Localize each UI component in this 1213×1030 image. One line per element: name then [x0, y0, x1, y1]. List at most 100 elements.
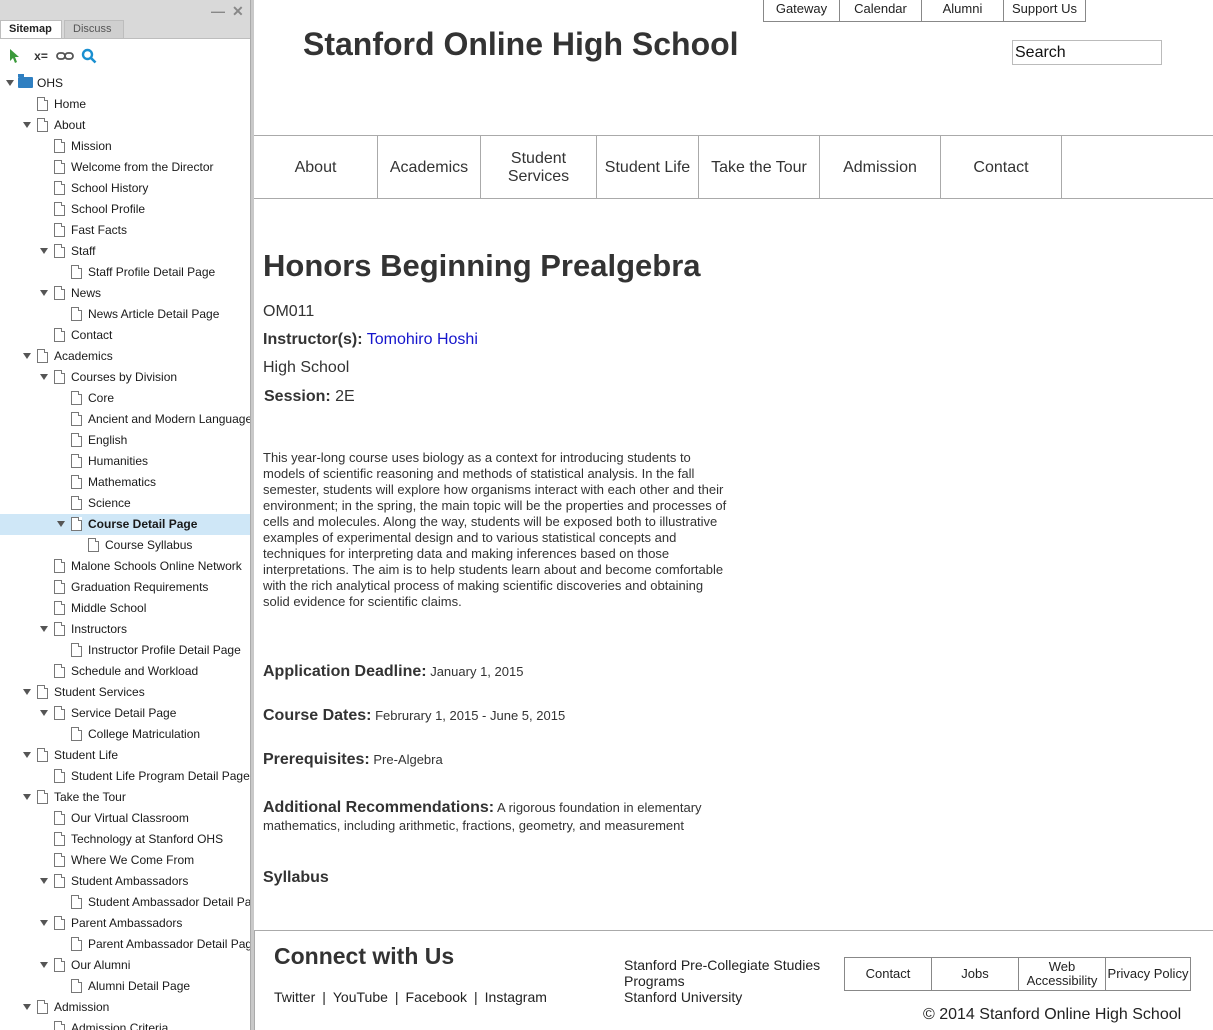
sitemap-node[interactable]: Student Services	[0, 682, 250, 703]
sitemap-node[interactable]: Take the Tour	[0, 787, 250, 808]
expand-toggle-icon[interactable]	[23, 122, 31, 128]
sitemap-node[interactable]: Student Life Program Detail Page	[0, 766, 250, 787]
sitemap-node[interactable]: Welcome from the Director	[0, 157, 250, 178]
add-page-icon[interactable]	[7, 46, 25, 66]
sitemap-node[interactable]: Instructor Profile Detail Page	[0, 640, 250, 661]
sitemap-node[interactable]: Mission	[0, 136, 250, 157]
minimize-icon[interactable]: —	[211, 3, 225, 19]
tab-discuss[interactable]: Discuss	[64, 20, 124, 38]
school-name[interactable]: Stanford Online High School	[303, 26, 739, 63]
footer-link-web-accessibility[interactable]: Web Accessibility	[1018, 957, 1106, 991]
expand-toggle-icon[interactable]	[23, 689, 31, 695]
social-link-instagram[interactable]: Instagram	[485, 989, 547, 1005]
expand-toggle-icon[interactable]	[40, 248, 48, 254]
sitemap-node[interactable]: Academics	[0, 346, 250, 367]
sitemap-node[interactable]: School Profile	[0, 199, 250, 220]
sitemap-node[interactable]: Humanities	[0, 451, 250, 472]
search-icon[interactable]	[79, 46, 99, 66]
sitemap-node[interactable]: Course Detail Page	[0, 514, 250, 535]
sitemap-node[interactable]: Malone Schools Online Network	[0, 556, 250, 577]
sitemap-node[interactable]: OHS	[0, 73, 250, 94]
expand-toggle-icon[interactable]	[40, 374, 48, 380]
syllabus-label[interactable]: Syllabus	[263, 869, 329, 886]
sitemap-node[interactable]: Staff Profile Detail Page	[0, 262, 250, 283]
expand-toggle-icon[interactable]	[6, 80, 14, 86]
footer-link-privacy-policy[interactable]: Privacy Policy	[1105, 957, 1191, 991]
sitemap-node[interactable]: Alumni Detail Page	[0, 976, 250, 997]
sitemap-node-label: Parent Ambassador Detail Page	[88, 937, 250, 951]
sitemap-node[interactable]: News Article Detail Page	[0, 304, 250, 325]
nav-student-life[interactable]: Student Life	[597, 136, 699, 199]
sitemap-node[interactable]: Our Alumni	[0, 955, 250, 976]
social-link-youtube[interactable]: YouTube	[333, 989, 388, 1005]
sitemap-node[interactable]: Parent Ambassadors	[0, 913, 250, 934]
sitemap-node[interactable]: Parent Ambassador Detail Page	[0, 934, 250, 955]
sitemap-node[interactable]: Graduation Requirements	[0, 577, 250, 598]
sitemap-node[interactable]: Student Life	[0, 745, 250, 766]
sitemap-node[interactable]: Courses by Division	[0, 367, 250, 388]
expand-toggle-icon[interactable]	[23, 794, 31, 800]
panel-tab-bar: Sitemap Discuss — ✕	[0, 0, 250, 39]
sitemap-node[interactable]: Student Ambassador Detail Page	[0, 892, 250, 913]
sitemap-node[interactable]: Our Virtual Classroom	[0, 808, 250, 829]
utility-link-calendar[interactable]: Calendar	[839, 0, 922, 22]
page-icon	[71, 307, 82, 321]
sitemap-node-label: About	[54, 118, 86, 132]
social-link-facebook[interactable]: Facebook	[406, 989, 467, 1005]
sitemap-node[interactable]: Service Detail Page	[0, 703, 250, 724]
sitemap-node[interactable]: School History	[0, 178, 250, 199]
sitemap-node[interactable]: Ancient and Modern Languages	[0, 409, 250, 430]
nav-student-services[interactable]: Student Services	[481, 136, 597, 199]
expand-toggle-icon[interactable]	[23, 1004, 31, 1010]
utility-link-support-us[interactable]: Support Us	[1003, 0, 1086, 22]
expand-toggle-icon[interactable]	[57, 521, 65, 527]
sitemap-node[interactable]: Core	[0, 388, 250, 409]
close-icon[interactable]: ✕	[232, 3, 244, 20]
sitemap-node[interactable]: Admission Criteria	[0, 1018, 250, 1030]
nav-academics[interactable]: Academics	[378, 136, 481, 199]
link-icon[interactable]	[55, 46, 75, 66]
search-input[interactable]	[1012, 40, 1162, 65]
expand-toggle-icon[interactable]	[40, 878, 48, 884]
utility-link-gateway[interactable]: Gateway	[763, 0, 840, 22]
expand-toggle-icon[interactable]	[40, 962, 48, 968]
expand-toggle-icon[interactable]	[23, 353, 31, 359]
nav-about[interactable]: About	[254, 136, 378, 199]
sitemap-node[interactable]: Schedule and Workload	[0, 661, 250, 682]
sitemap-node[interactable]: Fast Facts	[0, 220, 250, 241]
page-icon	[54, 580, 65, 594]
sitemap-node[interactable]: English	[0, 430, 250, 451]
sitemap-node[interactable]: Mathematics	[0, 472, 250, 493]
expand-toggle-icon[interactable]	[40, 290, 48, 296]
sitemap-node[interactable]: Contact	[0, 325, 250, 346]
sitemap-node[interactable]: Instructors	[0, 619, 250, 640]
sitemap-node[interactable]: Science	[0, 493, 250, 514]
sitemap-node[interactable]: Admission	[0, 997, 250, 1018]
prerequisites-value: Pre-Algebra	[373, 752, 443, 767]
utility-link-alumni[interactable]: Alumni	[921, 0, 1004, 22]
sitemap-node[interactable]: Middle School	[0, 598, 250, 619]
sitemap-node[interactable]: Technology at Stanford OHS	[0, 829, 250, 850]
sitemap-node[interactable]: About	[0, 115, 250, 136]
social-link-twitter[interactable]: Twitter	[274, 989, 315, 1005]
footer-link-jobs[interactable]: Jobs	[931, 957, 1019, 991]
sitemap-node[interactable]: News	[0, 283, 250, 304]
expand-toggle-icon[interactable]	[40, 920, 48, 926]
nav-admission[interactable]: Admission	[820, 136, 941, 199]
expand-toggle-icon[interactable]	[40, 710, 48, 716]
expand-toggle-icon[interactable]	[23, 752, 31, 758]
sitemap-node[interactable]: Student Ambassadors	[0, 871, 250, 892]
sitemap-node[interactable]: Where We Come From	[0, 850, 250, 871]
page-icon	[71, 979, 82, 993]
sitemap-node[interactable]: Course Syllabus	[0, 535, 250, 556]
expand-toggle-icon[interactable]	[40, 626, 48, 632]
nav-take-the-tour[interactable]: Take the Tour	[699, 136, 820, 199]
variable-icon[interactable]: x=	[31, 46, 51, 66]
sitemap-node[interactable]: College Matriculation	[0, 724, 250, 745]
sitemap-node[interactable]: Home	[0, 94, 250, 115]
sitemap-node[interactable]: Staff	[0, 241, 250, 262]
instructor-link[interactable]: Tomohiro Hoshi	[367, 331, 478, 348]
nav-contact[interactable]: Contact	[941, 136, 1062, 199]
footer-link-contact[interactable]: Contact	[844, 957, 932, 991]
tab-sitemap[interactable]: Sitemap	[0, 20, 62, 38]
